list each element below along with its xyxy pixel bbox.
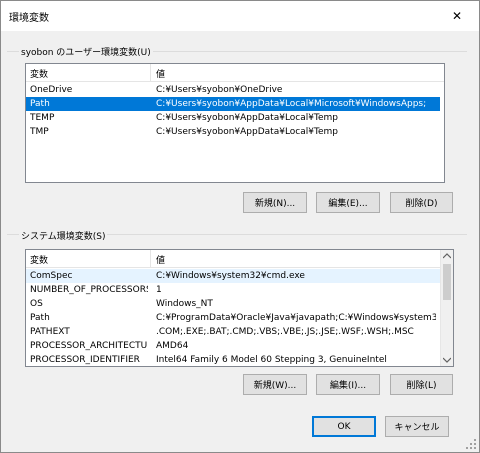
chevron-down-icon [443, 357, 451, 363]
close-icon: ✕ [451, 9, 463, 23]
table-row[interactable]: ComSpec C:¥Windows¥system32¥cmd.exe [26, 269, 440, 283]
table-row[interactable]: TEMP C:¥Users¥syobon¥AppData¥Local¥Temp [26, 111, 440, 125]
user-new-button[interactable]: 新規(N)... [243, 192, 307, 213]
scroll-down-arrow[interactable] [441, 354, 453, 366]
system-new-button[interactable]: 新規(W)... [243, 374, 307, 395]
user-list-header: 変数 値 [26, 64, 444, 82]
variable-name: Path [30, 313, 50, 323]
column-divider[interactable] [150, 64, 151, 81]
header-value[interactable]: 値 [156, 67, 165, 80]
header-variable[interactable]: 変数 [30, 253, 48, 266]
variable-name: PROCESSOR_ARCHITECTURE [30, 341, 148, 351]
header-value[interactable]: 値 [156, 253, 165, 266]
header-variable[interactable]: 変数 [30, 67, 48, 80]
table-row[interactable]: Path C:¥ProgramData¥Oracle¥Java¥javapath;… [26, 311, 440, 325]
variable-value: C:¥Users¥syobon¥AppData¥Local¥Temp [156, 127, 338, 137]
variable-value: C:¥Users¥syobon¥AppData¥Local¥Temp [156, 113, 338, 123]
system-list-header: 変数 値 [26, 250, 440, 268]
title-bar[interactable]: 環境変数 ✕ [1, 1, 479, 31]
variable-name: PROCESSOR_IDENTIFIER [30, 355, 140, 365]
variable-name: TEMP [30, 113, 55, 123]
variable-value: 1 [156, 285, 162, 295]
variable-value: C:¥Users¥syobon¥AppData¥Local¥Microsoft¥… [156, 99, 427, 109]
variable-value: .COM;.EXE;.BAT;.CMD;.VBS;.VBE;.JS;.JSE;.… [156, 327, 414, 337]
variable-name: OS [30, 299, 43, 309]
column-divider[interactable] [150, 250, 151, 267]
variable-name: PATHEXT [30, 327, 70, 337]
cancel-button[interactable]: キャンセル [385, 416, 449, 437]
window-title: 環境変数 [9, 13, 49, 24]
system-delete-button[interactable]: 削除(L) [390, 374, 453, 395]
variable-name: Path [30, 99, 50, 109]
system-edit-button[interactable]: 編集(I)... [316, 374, 380, 395]
close-button[interactable]: ✕ [435, 1, 479, 31]
table-row[interactable]: PROCESSOR_IDENTIFIER Intel64 Family 6 Mod… [26, 353, 440, 366]
system-variables-label: システム環境変数(S) [19, 229, 108, 242]
user-variables-list[interactable]: 変数 値 OneDrive C:¥Users¥syobon¥OneDrive Pat… [25, 63, 445, 183]
variable-name: TMP [30, 127, 49, 137]
environment-variables-dialog: 環境変数 ✕ syobon のユーザー環境変数(U) 変数 値 OneDrive… [0, 0, 480, 453]
table-row[interactable]: OneDrive C:¥Users¥syobon¥OneDrive [26, 83, 440, 97]
resize-grip-icon[interactable] [466, 439, 476, 449]
chevron-up-icon [443, 253, 451, 259]
ok-button[interactable]: OK [312, 416, 376, 437]
user-variables-label: syobon のユーザー環境変数(U) [19, 45, 153, 58]
variable-value: C:¥Users¥syobon¥OneDrive [156, 85, 283, 95]
variable-value: C:¥ProgramData¥Oracle¥Java¥javapath;C:¥W… [156, 313, 436, 323]
table-row[interactable]: OS Windows_NT [26, 297, 440, 311]
variable-value: Windows_NT [156, 299, 213, 309]
variable-value: AMD64 [156, 341, 189, 351]
variable-value: C:¥Windows¥system32¥cmd.exe [156, 271, 305, 281]
scroll-up-arrow[interactable] [441, 250, 453, 262]
scroll-thumb[interactable] [443, 264, 451, 300]
variable-value: Intel64 Family 6 Model 60 Stepping 3, Ge… [156, 355, 387, 365]
variable-name: NUMBER_OF_PROCESSORS [30, 285, 148, 295]
table-row[interactable]: PATHEXT .COM;.EXE;.BAT;.CMD;.VBS;.VBE;.JS… [26, 325, 440, 339]
table-row[interactable]: Path C:¥Users¥syobon¥AppData¥Local¥Micros… [26, 97, 440, 111]
system-variables-list[interactable]: 変数 値 ComSpec C:¥Windows¥system32¥cmd.exe N… [25, 249, 454, 367]
table-row[interactable]: TMP C:¥Users¥syobon¥AppData¥Local¥Temp [26, 125, 440, 139]
variable-name: ComSpec [30, 271, 73, 281]
variable-name: OneDrive [30, 85, 73, 95]
user-delete-button[interactable]: 削除(D) [390, 192, 453, 213]
system-list-scrollbar[interactable] [440, 250, 453, 366]
table-row[interactable]: PROCESSOR_ARCHITECTURE AMD64 [26, 339, 440, 353]
table-row[interactable]: NUMBER_OF_PROCESSORS 1 [26, 283, 440, 297]
user-edit-button[interactable]: 編集(E)... [316, 192, 380, 213]
